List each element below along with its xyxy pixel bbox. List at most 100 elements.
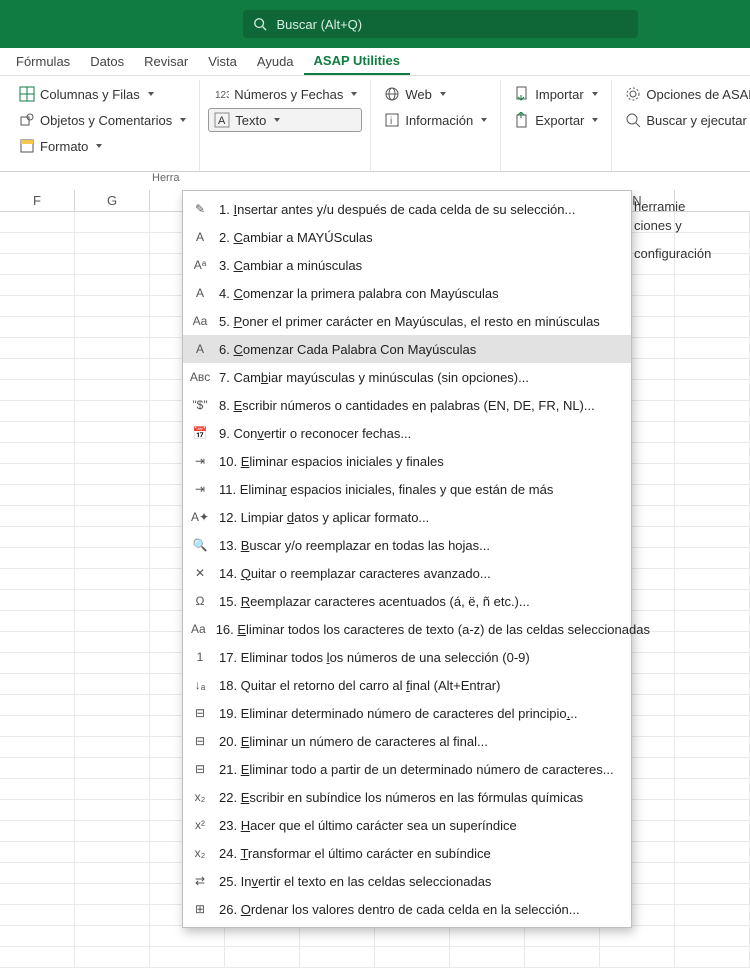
grid-cell[interactable] (0, 800, 75, 820)
importar-button[interactable]: Importar (509, 82, 603, 106)
grid-cell[interactable] (75, 737, 150, 757)
menu-item-25[interactable]: ⇄25. Invertir el texto en las celdas sel… (183, 867, 631, 895)
spreadsheet-area[interactable]: FGMN cute la última herramie ciones y co… (0, 190, 750, 978)
grid-cell[interactable] (75, 401, 150, 421)
menu-item-19[interactable]: ⊟19. Eliminar determinado número de cara… (183, 699, 631, 727)
grid-cell[interactable] (0, 233, 75, 253)
grid-cell[interactable] (675, 590, 750, 610)
grid-cell[interactable] (300, 947, 375, 967)
grid-cell[interactable] (675, 338, 750, 358)
texto-button[interactable]: ATexto (208, 108, 362, 132)
grid-cell[interactable] (375, 926, 450, 946)
grid-cell[interactable] (675, 842, 750, 862)
grid-cell[interactable] (0, 947, 75, 967)
grid-cell[interactable] (0, 842, 75, 862)
grid-cell[interactable] (675, 758, 750, 778)
tab-ayuda[interactable]: Ayuda (247, 49, 304, 74)
menu-item-18[interactable]: ↓ₐ18. Quitar el retorno del carro al fin… (183, 671, 631, 699)
grid-cell[interactable] (675, 821, 750, 841)
grid-cell[interactable] (300, 926, 375, 946)
grid-cell[interactable] (75, 758, 150, 778)
grid-cell[interactable] (75, 716, 150, 736)
grid-cell[interactable] (0, 695, 75, 715)
grid-cell[interactable] (0, 422, 75, 442)
grid-cell[interactable] (75, 905, 150, 925)
grid-cell[interactable] (75, 863, 150, 883)
grid-cell[interactable] (675, 569, 750, 589)
grid-cell[interactable] (675, 422, 750, 442)
grid-cell[interactable] (0, 737, 75, 757)
grid-cell[interactable] (675, 548, 750, 568)
grid-cell[interactable] (0, 338, 75, 358)
grid-cell[interactable] (675, 926, 750, 946)
opciones-asap-button[interactable]: Opciones de ASAP Utilitie (620, 82, 750, 106)
grid-cell[interactable] (75, 317, 150, 337)
grid-cell[interactable] (0, 632, 75, 652)
grid-cell[interactable] (675, 695, 750, 715)
grid-cell[interactable] (675, 401, 750, 421)
grid-cell[interactable] (75, 548, 150, 568)
grid-cell[interactable] (0, 506, 75, 526)
grid-cell[interactable] (75, 653, 150, 673)
tab-fórmulas[interactable]: Fórmulas (6, 49, 80, 74)
tab-datos[interactable]: Datos (80, 49, 134, 74)
menu-item-3[interactable]: Aᵃ3. Cambiar a minúsculas (183, 251, 631, 279)
grid-cell[interactable] (75, 443, 150, 463)
grid-cell[interactable] (0, 779, 75, 799)
buscar-ejecutar-button[interactable]: Buscar y ejecutar una utili (620, 108, 750, 132)
grid-cell[interactable] (0, 758, 75, 778)
grid-cell[interactable] (0, 674, 75, 694)
grid-cell[interactable] (675, 506, 750, 526)
grid-cell[interactable] (675, 947, 750, 967)
grid-cell[interactable] (675, 380, 750, 400)
exportar-button[interactable]: Exportar (509, 108, 603, 132)
menu-item-20[interactable]: ⊟20. Eliminar un número de caracteres al… (183, 727, 631, 755)
menu-item-9[interactable]: 📅9. Convertir o reconocer fechas... (183, 419, 631, 447)
grid-cell[interactable] (75, 590, 150, 610)
grid-cell[interactable] (75, 800, 150, 820)
grid-cell[interactable] (675, 737, 750, 757)
column-header[interactable]: G (75, 190, 150, 211)
grid-cell[interactable] (75, 506, 150, 526)
menu-item-14[interactable]: ✕14. Quitar o reemplazar caracteres avan… (183, 559, 631, 587)
menu-item-24[interactable]: x₂24. Transformar el último carácter en … (183, 839, 631, 867)
menu-item-15[interactable]: Ω15. Reemplazar caracteres acentuados (á… (183, 587, 631, 615)
menu-item-1[interactable]: ✎1. Insertar antes y/u después de cada c… (183, 195, 631, 223)
grid-cell[interactable] (0, 359, 75, 379)
grid-cell[interactable] (0, 317, 75, 337)
grid-cell[interactable] (75, 464, 150, 484)
grid-cell[interactable] (675, 527, 750, 547)
grid-cell[interactable] (75, 821, 150, 841)
menu-item-6[interactable]: A6. Comenzar Cada Palabra Con Mayúsculas (183, 335, 631, 363)
grid-cell[interactable] (0, 569, 75, 589)
grid-cell[interactable] (75, 632, 150, 652)
numeros-y-fechas-button[interactable]: 123Números y Fechas (208, 82, 362, 106)
menu-item-4[interactable]: A4. Comenzar la primera palabra con Mayú… (183, 279, 631, 307)
menu-item-2[interactable]: A2. Cambiar a MAYÚSculas (183, 223, 631, 251)
menu-item-16[interactable]: Aa16. Eliminar todos los caracteres de t… (183, 615, 631, 643)
grid-cell[interactable] (75, 359, 150, 379)
grid-cell[interactable] (0, 464, 75, 484)
search-box[interactable]: Buscar (Alt+Q) (243, 10, 638, 38)
menu-item-13[interactable]: 🔍13. Buscar y/o reemplazar en todas las … (183, 531, 631, 559)
grid-cell[interactable] (75, 485, 150, 505)
grid-cell[interactable] (0, 212, 75, 232)
grid-cell[interactable] (675, 905, 750, 925)
grid-cell[interactable] (675, 464, 750, 484)
grid-cell[interactable] (675, 716, 750, 736)
grid-cell[interactable] (225, 947, 300, 967)
grid-cell[interactable] (75, 842, 150, 862)
grid-cell[interactable] (0, 485, 75, 505)
grid-cell[interactable] (0, 884, 75, 904)
grid-cell[interactable] (75, 611, 150, 631)
grid-cell[interactable] (75, 884, 150, 904)
grid-cell[interactable] (150, 926, 225, 946)
grid-cell[interactable] (675, 359, 750, 379)
grid-cell[interactable] (75, 233, 150, 253)
informacion-button[interactable]: iInformación (379, 108, 492, 132)
grid-cell[interactable] (0, 716, 75, 736)
grid-cell[interactable] (0, 380, 75, 400)
grid-cell[interactable] (0, 254, 75, 274)
grid-cell[interactable] (150, 947, 225, 967)
grid-cell[interactable] (0, 275, 75, 295)
